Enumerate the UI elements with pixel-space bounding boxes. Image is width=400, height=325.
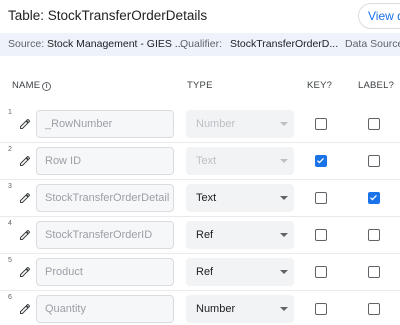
table-row: 2 Row ID Text [0,143,400,180]
row-number: 1 [8,109,12,116]
row-number: 4 [8,220,12,227]
key-checkbox[interactable] [315,118,327,130]
pencil-icon[interactable] [19,192,31,204]
row-number: 3 [8,183,12,190]
key-checkbox[interactable] [315,266,327,278]
column-type-select[interactable]: Text [186,147,294,175]
check-icon [370,194,377,201]
table-row: 3 StockTransferOrderDetail Text [0,180,400,217]
source-value: Stock Management - GIES ... [47,38,184,50]
source-label: Source: [8,38,45,50]
pencil-icon[interactable] [19,303,31,315]
caret-down-icon [280,307,288,311]
table-row: 4 StockTransferOrderID Ref [0,217,400,254]
column-header-name: NAME i [12,80,52,91]
column-header-type: TYPE [187,80,213,91]
pencil-icon[interactable] [19,155,31,167]
table-row: 5 Product Ref [0,254,400,291]
info-icon[interactable]: i [42,82,52,91]
table-info-bar: Source: Stock Management - GIES ... Qual… [0,33,400,56]
column-type-value: Number [196,303,236,315]
page-title: Table: StockTransferOrderDetails [8,8,208,23]
table-header: Table: StockTransferOrderDetails View da [0,0,400,33]
caret-down-icon [280,233,288,237]
label-checkbox[interactable] [368,229,380,241]
pencil-icon[interactable] [19,266,31,278]
label-checkbox[interactable] [368,118,380,130]
key-checkbox[interactable] [315,303,327,315]
view-data-button[interactable]: View da [358,3,400,29]
row-number: 5 [8,257,12,264]
column-name-input[interactable]: Product [36,258,174,286]
column-type-select[interactable]: Ref [186,258,294,286]
column-name-input[interactable]: Row ID [36,147,174,175]
column-type-select[interactable]: Ref [186,221,294,249]
column-header-label: LABEL? [358,80,395,91]
column-type-value: Text [196,192,217,204]
label-checkbox[interactable] [368,303,380,315]
qualifier-value: StockTransferOrderD... [230,38,339,50]
column-type-value: Number [196,118,236,130]
key-checkbox[interactable] [315,192,327,204]
row-number: 2 [8,146,12,153]
column-type-select[interactable]: Text [186,184,294,212]
column-type-value: Text [196,155,217,167]
caret-down-icon [280,122,288,126]
caret-down-icon [280,196,288,200]
column-name-input[interactable]: _RowNumber [36,110,174,138]
check-icon [317,157,324,164]
column-type-select[interactable]: Number [186,295,294,323]
column-header-key: KEY? [307,80,333,91]
qualifier-label: Qualifier: [180,38,223,50]
caret-down-icon [280,270,288,274]
row-number: 6 [8,294,12,301]
label-checkbox[interactable] [368,266,380,278]
caret-down-icon [280,159,288,163]
column-type-select[interactable]: Number [186,110,294,138]
column-type-value: Ref [196,229,214,241]
key-checkbox[interactable] [315,229,327,241]
column-name-input[interactable]: StockTransferOrderDetail [36,184,174,212]
pencil-icon[interactable] [19,118,31,130]
label-checkbox[interactable] [368,192,380,204]
pencil-icon[interactable] [19,229,31,241]
label-checkbox[interactable] [368,155,380,167]
column-type-value: Ref [196,266,214,278]
table-row: 6 Quantity Number [0,291,400,325]
column-name-input[interactable]: StockTransferOrderID [36,221,174,249]
table-row: 1 _RowNumber Number [0,106,400,143]
data-source-label: Data Source: [345,38,400,50]
key-checkbox[interactable] [315,155,327,167]
column-header-name-label: NAME [12,80,41,91]
column-name-input[interactable]: Quantity [36,295,174,323]
